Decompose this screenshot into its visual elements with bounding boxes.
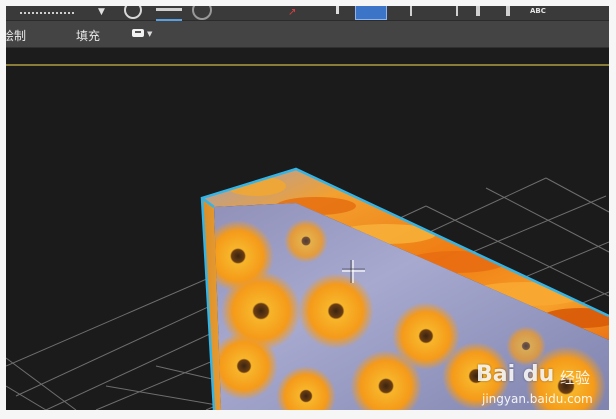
lines-icon[interactable] (156, 8, 182, 22)
tab-draw[interactable]: 绘制 (6, 27, 26, 44)
3d-viewport[interactable] (6, 66, 609, 410)
red-arrow-icon[interactable]: ↗ (288, 7, 296, 19)
top-toolbar: ▼ ↗ ABC (6, 6, 609, 22)
tab-fill[interactable]: 填充 (76, 27, 100, 44)
watermark-url: jingyan.baidu.com (482, 392, 593, 406)
bar-icon[interactable] (506, 6, 510, 16)
pin-icon[interactable] (336, 6, 339, 14)
circle-icon[interactable] (192, 6, 212, 20)
text-icon[interactable]: ABC (530, 7, 546, 19)
ribbon-bar: 绘制 填充 ▼ (6, 21, 609, 48)
circle-icon[interactable] (124, 6, 142, 19)
fill-dropdown[interactable]: ▼ (132, 29, 156, 39)
watermark-logo: Bai du (476, 362, 555, 387)
bar-icon[interactable] (476, 6, 480, 16)
dotted-line-icon[interactable] (20, 6, 74, 14)
3d-scene (6, 167, 609, 410)
select-rect-icon[interactable] (355, 6, 387, 20)
arrow-icon[interactable]: ▼ (98, 7, 105, 19)
screenshot-frame: ▼ ↗ ABC 绘制 填充 ▼ Bai du 经验 jingyan.baidu.… (6, 6, 609, 410)
watermark: Bai du 经验 jingyan.baidu.com (476, 362, 609, 410)
dropdown-box-icon (132, 29, 144, 37)
watermark-text: 经验 (560, 369, 591, 387)
grid-icon[interactable] (410, 6, 458, 16)
chevron-down-icon: ▼ (147, 30, 153, 38)
